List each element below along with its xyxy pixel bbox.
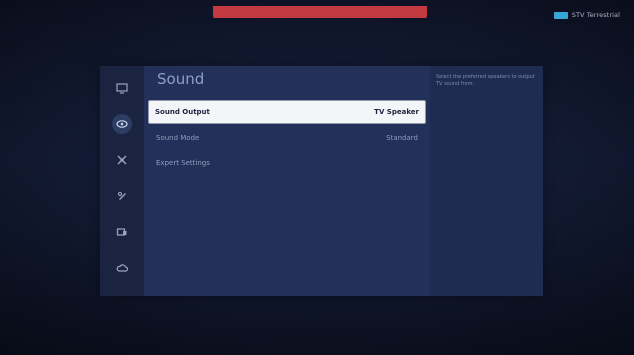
- settings-panel: Sound Sound Output TV Speaker Sound Mode…: [100, 66, 543, 296]
- menu-item-sound-mode[interactable]: Sound Mode Standard: [150, 128, 424, 148]
- source-label: STV Terrestrial: [571, 11, 620, 19]
- sound-icon[interactable]: [112, 114, 132, 134]
- picture-icon-glyph: [116, 83, 128, 94]
- settings-category-rail: [100, 66, 144, 296]
- menu-item-label: Sound Mode: [156, 134, 200, 142]
- broadcasting-icon[interactable]: [112, 150, 132, 170]
- top-alert-bar: [213, 6, 427, 18]
- help-panel: Select the preferred speakers to output …: [430, 66, 543, 296]
- menu-item-value: Standard: [386, 134, 418, 142]
- broadcasting-icon-glyph: [117, 155, 127, 165]
- picture-icon[interactable]: [112, 78, 132, 98]
- source-badge-icon: [553, 11, 568, 19]
- source-indicator: STV Terrestrial: [553, 11, 620, 19]
- menu-item-expert-settings[interactable]: Expert Settings: [150, 153, 424, 173]
- cloud-icon-glyph: [116, 264, 128, 272]
- sound-menu: Sound Sound Output TV Speaker Sound Mode…: [144, 66, 430, 296]
- general-icon-glyph: [117, 191, 126, 200]
- menu-item-label: Sound Output: [155, 108, 210, 116]
- menu-item-label: Expert Settings: [156, 159, 210, 167]
- sound-icon-glyph: [116, 120, 128, 128]
- tv-screen: STV Terrestrial Sound Sound Output TV Sp…: [0, 0, 634, 355]
- help-text: Select the preferred speakers to output …: [436, 74, 535, 87]
- support-icon-glyph: [116, 228, 127, 236]
- cloud-icon[interactable]: [112, 258, 132, 278]
- general-icon[interactable]: [112, 186, 132, 206]
- menu-item-value: TV Speaker: [374, 108, 419, 116]
- menu-item-sound-output[interactable]: Sound Output TV Speaker: [149, 101, 425, 123]
- support-icon[interactable]: [112, 222, 132, 242]
- menu-title: Sound: [157, 70, 205, 88]
